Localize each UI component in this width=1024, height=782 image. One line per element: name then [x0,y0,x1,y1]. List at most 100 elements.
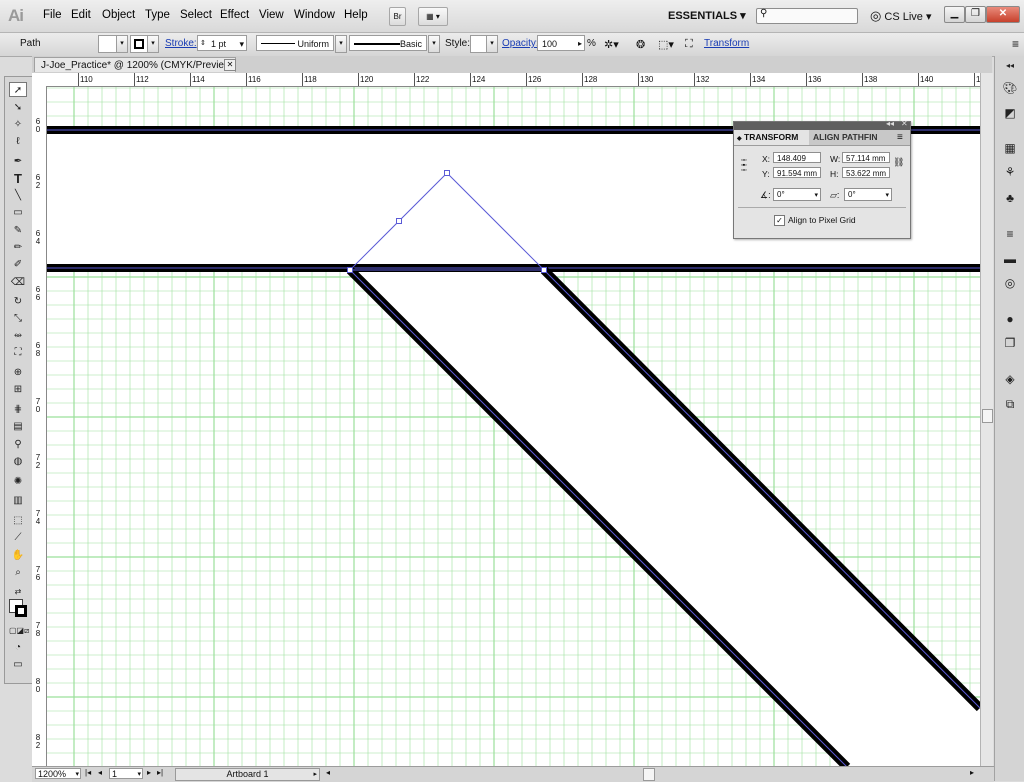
menu-select[interactable]: Select [180,9,212,21]
symbols-panel-icon[interactable]: ♣ [1002,190,1018,206]
graphic-styles-panel-icon[interactable]: ❐ [1002,335,1018,351]
menu-edit[interactable]: Edit [71,9,91,21]
lasso-tool-icon[interactable]: ℓ [9,134,27,149]
width-tool-icon[interactable]: ⥈ [9,328,27,343]
vertical-scrollbar[interactable] [980,73,993,766]
anchor-point[interactable] [444,170,450,176]
vertical-ruler[interactable]: 60 62 64 66 68 70 72 74 76 78 80 82 [32,86,47,766]
tab-align[interactable]: ALIGN [810,130,839,145]
restore-button[interactable]: ❐ [965,6,986,23]
menu-help[interactable]: Help [344,9,368,21]
selection-tool-icon[interactable]: ➚ [9,82,27,97]
menu-file[interactable]: File [43,9,62,21]
stroke-dropdown[interactable]: ▾ [147,35,159,53]
width-field[interactable]: 57.114 mm [842,152,890,163]
menu-effect[interactable]: Effect [220,9,249,21]
perspective-grid-tool-icon[interactable]: ⊞ [9,382,27,397]
document-setup-icon[interactable]: ❂ [636,38,645,51]
align-icon[interactable]: ⬚▾ [658,38,674,51]
workspace-switcher[interactable]: ESSENTIALS ▾ [668,9,746,22]
anchor-point[interactable] [396,218,402,224]
scroll-left-button[interactable]: ◂ [326,768,330,777]
magic-wand-tool-icon[interactable]: ✧ [9,117,27,132]
shape-builder-tool-icon[interactable]: ⊕ [9,365,27,380]
artboards-panel-icon[interactable]: ⧉ [1002,396,1018,412]
minimize-button[interactable]: ▁ [944,6,965,23]
document-tab[interactable]: J-Joe_Practice* @ 1200% (CMYK/Preview) ✕ [34,57,236,72]
horizontal-scroll-thumb[interactable] [643,768,655,781]
eyedropper-tool-icon[interactable]: ⚲ [9,437,27,452]
rotate-tool-icon[interactable]: ↻ [9,294,27,309]
tab-transform[interactable]: ◆ TRANSFORM [734,130,809,145]
stroke-panel-link[interactable]: Stroke: [165,38,197,49]
variable-width-profile[interactable]: Uniform [256,35,334,51]
brush-definition[interactable]: Basic [349,35,427,51]
hand-tool-icon[interactable]: ✋ [9,548,27,563]
drawing-mode-icon[interactable]: ◔ [9,640,27,655]
brushes-panel-icon[interactable]: ⚘ [1002,164,1018,180]
swatches-panel-icon[interactable]: ▦ [1002,140,1018,156]
panel-title-bar[interactable]: ◂◂ ✕ [734,119,910,130]
panel-menu-icon[interactable]: ≡ [1012,37,1019,51]
type-tool-icon[interactable]: T [9,171,27,186]
pen-tool-icon[interactable]: ✒ [9,154,27,169]
first-artboard-button[interactable]: |◂ [85,768,91,777]
screen-mode-icon[interactable]: ▭ [9,657,27,672]
line-tool-icon[interactable]: ╲ [9,188,27,203]
stroke-color-swatch[interactable] [15,605,27,617]
transform-icon[interactable]: ⛶ [685,38,693,51]
stroke-swatch[interactable] [130,35,148,53]
cs-live-menu[interactable]: ◎ CS Live ▾ [870,8,932,24]
transform-panel-link[interactable]: Transform [704,38,749,49]
layers-panel-icon[interactable]: ◈ [1002,371,1018,387]
arrange-documents-button[interactable]: ▦ ▾ [418,7,448,26]
menu-view[interactable]: View [259,9,284,21]
column-graph-tool-icon[interactable]: ▥ [9,493,27,508]
zoom-field[interactable]: 1200% ▾ [35,768,81,779]
gradient-tool-icon[interactable]: ▤ [9,419,27,434]
artboard-number-field[interactable]: 1 ▾ [109,768,143,779]
scroll-thumb[interactable] [982,409,993,423]
swap-fill-stroke-icon[interactable]: ⇄ [9,584,27,599]
fill-dropdown[interactable]: ▾ [116,35,128,53]
ruler-origin[interactable] [32,73,47,87]
horizontal-ruler[interactable]: 110 112 114 116 118 120 122 124 126 128 130 132 134 1… [46,73,985,87]
paintbrush-tool-icon[interactable]: ✎ [9,223,27,238]
opacity-field[interactable]: 100 ▸ [537,35,585,51]
scale-tool-icon[interactable]: ⤡ [9,311,27,326]
panel-menu-icon[interactable]: ≡ [894,130,910,145]
menu-object[interactable]: Object [102,9,135,21]
x-field[interactable]: 148.409 mm [773,152,821,174]
direct-selection-tool-icon[interactable]: ➘ [9,100,27,115]
previous-artboard-button[interactable]: ◂ [98,768,102,777]
fill-swatch[interactable] [98,35,117,53]
collapse-panel-icon[interactable]: ◂◂ [886,119,894,128]
blend-tool-icon[interactable]: ◍ [9,454,27,469]
color-guide-icon[interactable]: ◩ [1002,105,1018,121]
shear-field[interactable]: 0° ▾ [844,188,892,201]
menu-window[interactable]: Window [294,9,335,21]
recolor-artwork-icon[interactable]: ✲▾ [604,38,619,51]
close-panel-icon[interactable]: ✕ [901,119,908,128]
next-artboard-button[interactable]: ▸ [147,768,151,777]
gradient-panel-icon[interactable]: ▬ [1002,251,1018,267]
color-mode-icons[interactable]: ▢◪⧄ [9,623,29,638]
symbol-sprayer-tool-icon[interactable]: ✺ [9,474,27,489]
help-search-input[interactable]: ⚲ [756,8,858,24]
artboard-tool-icon[interactable]: ⬚ [9,513,27,528]
opacity-panel-link[interactable]: Opacity: [502,38,539,49]
align-to-pixel-grid-checkbox[interactable]: ✓ [774,215,785,226]
last-artboard-button[interactable]: ▸| [157,768,163,777]
anchor-point-selected[interactable] [347,267,353,273]
bridge-button[interactable]: Br [389,7,406,26]
height-field[interactable]: 53.622 mm [842,167,890,178]
transparency-panel-icon[interactable]: ◎ [1002,275,1018,291]
mesh-tool-icon[interactable]: ⋕ [9,402,27,417]
blob-brush-tool-icon[interactable]: ✐ [9,257,27,272]
status-info[interactable]: Artboard 1 ▸ [175,768,320,781]
close-button[interactable]: ✕ [986,6,1020,23]
slice-tool-icon[interactable]: ⟋ [9,530,27,545]
stroke-weight-field[interactable]: 1 pt ▾ ⇕ [197,35,247,51]
close-tab-icon[interactable]: ✕ [224,59,236,71]
appearance-panel-icon[interactable]: ● [1002,311,1018,327]
